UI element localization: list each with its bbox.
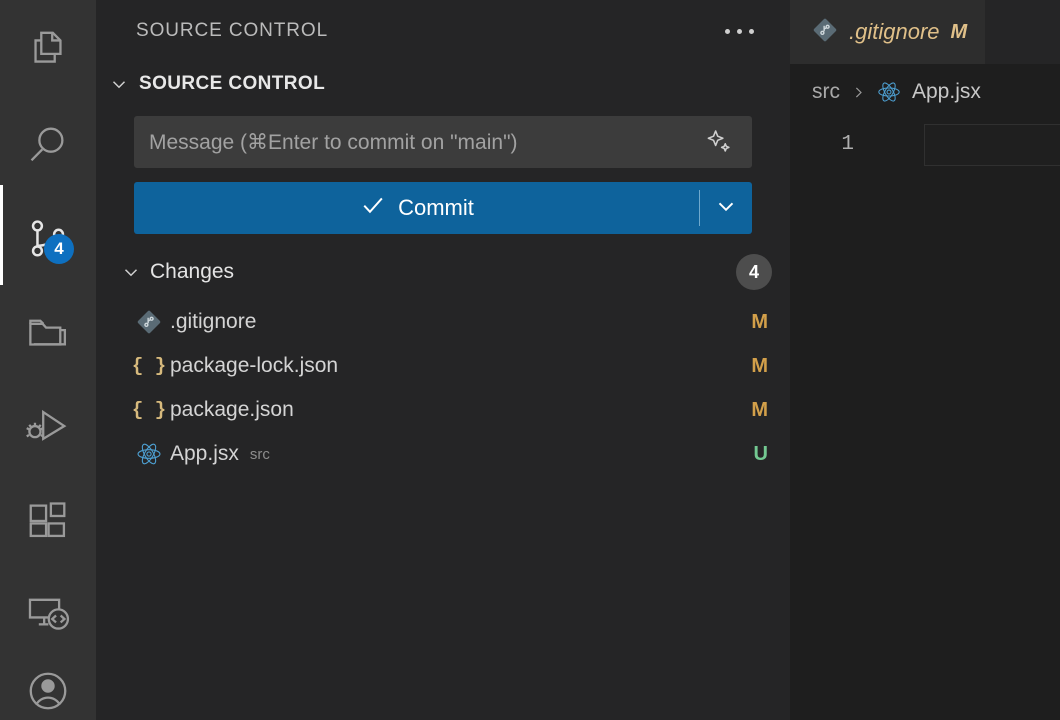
- breadcrumb-file[interactable]: App.jsx: [912, 80, 981, 104]
- json-icon: { }: [132, 399, 166, 421]
- tab-label: .gitignore: [849, 19, 940, 45]
- status-badge: M: [751, 311, 768, 334]
- commit-button[interactable]: Commit: [134, 182, 699, 234]
- changes-count-badge: 4: [736, 254, 772, 290]
- line-number: 1: [790, 124, 854, 166]
- chevron-down-icon: [120, 261, 142, 283]
- remote-explorer-icon: [25, 591, 71, 637]
- breadcrumb: src App.jsx: [790, 64, 1060, 120]
- tab-dirty-indicator: M: [951, 21, 968, 44]
- check-icon: [359, 191, 387, 225]
- table-row[interactable]: { } package-lock.json M: [96, 344, 790, 388]
- breadcrumb-folder[interactable]: src: [812, 80, 840, 104]
- changes-file-list: .gitignore M { } package-lock.json M { }…: [96, 296, 790, 476]
- source-control-badge: 4: [44, 234, 74, 264]
- editor-area: .gitignore M src App.jsx: [790, 0, 1060, 720]
- commit-message-box[interactable]: Message (⌘Enter to commit on "main"): [134, 116, 752, 168]
- search-icon: [25, 122, 71, 168]
- git-icon: [812, 17, 838, 48]
- git-icon: [132, 309, 166, 335]
- section-header-source-control[interactable]: SOURCE CONTROL: [96, 62, 790, 106]
- file-name: App.jsx: [170, 442, 239, 466]
- file-name: package.json: [170, 398, 294, 422]
- react-icon: [132, 440, 166, 468]
- commit-button-label: Commit: [398, 195, 474, 221]
- table-row[interactable]: App.jsx src U: [96, 432, 790, 476]
- current-line-highlight: [924, 124, 1060, 166]
- status-badge: M: [751, 355, 768, 378]
- chevron-down-icon: [108, 73, 130, 95]
- status-badge: U: [754, 443, 768, 466]
- commit-message-container: Message (⌘Enter to commit on "main"): [96, 106, 790, 168]
- activity-bar-item-explorer[interactable]: [0, 4, 96, 98]
- activity-bar-item-extensions[interactable]: [0, 474, 96, 568]
- sidebar-header: SOURCE CONTROL: [96, 0, 790, 62]
- sidebar-source-control: SOURCE CONTROL SOURCE CONTROL Message (⌘…: [96, 0, 790, 720]
- activity-bar-item-run-and-debug[interactable]: [0, 380, 96, 474]
- changes-section-header[interactable]: Changes 4: [96, 248, 790, 296]
- editor-tab-bar: .gitignore M: [790, 0, 1060, 64]
- sparkle-icon[interactable]: [699, 122, 739, 162]
- sidebar-view-title: SOURCE CONTROL: [136, 20, 328, 42]
- run-debug-icon: [25, 404, 71, 450]
- commit-dropdown-button[interactable]: [700, 182, 752, 234]
- chevron-right-icon: [850, 84, 866, 100]
- code-content[interactable]: [868, 124, 1060, 720]
- changes-label: Changes: [150, 260, 736, 284]
- file-name: .gitignore: [170, 310, 256, 334]
- activity-bar: 4: [0, 0, 96, 720]
- chevron-down-icon: [713, 193, 739, 224]
- activity-bar-item-remote-explorer[interactable]: [0, 567, 96, 661]
- table-row[interactable]: { } package.json M: [96, 388, 790, 432]
- extensions-icon: [25, 497, 71, 543]
- commit-message-placeholder[interactable]: Message (⌘Enter to commit on "main"): [149, 130, 699, 155]
- workbench: 4: [0, 0, 1060, 720]
- more-actions-icon[interactable]: [717, 21, 762, 42]
- activity-bar-item-folder[interactable]: [0, 286, 96, 380]
- json-icon: { }: [132, 355, 166, 377]
- status-badge: M: [751, 399, 768, 422]
- tab-gitignore[interactable]: .gitignore M: [790, 0, 985, 64]
- file-name: package-lock.json: [170, 354, 338, 378]
- activity-bar-item-accounts[interactable]: [0, 661, 96, 720]
- commit-button-group: Commit: [134, 182, 752, 234]
- line-number-gutter: 1: [790, 124, 868, 720]
- folder-icon: [25, 310, 71, 356]
- explorer-icon: [25, 28, 71, 74]
- react-icon: [876, 79, 902, 105]
- file-path: src: [250, 446, 270, 463]
- section-title: SOURCE CONTROL: [139, 73, 325, 95]
- code-editor[interactable]: 1: [790, 120, 1060, 720]
- activity-bar-item-search[interactable]: [0, 98, 96, 192]
- activity-bar-item-source-control[interactable]: 4: [0, 192, 96, 286]
- table-row[interactable]: .gitignore M: [96, 300, 790, 344]
- accounts-icon: [25, 668, 71, 714]
- commit-button-container: Commit: [96, 168, 790, 234]
